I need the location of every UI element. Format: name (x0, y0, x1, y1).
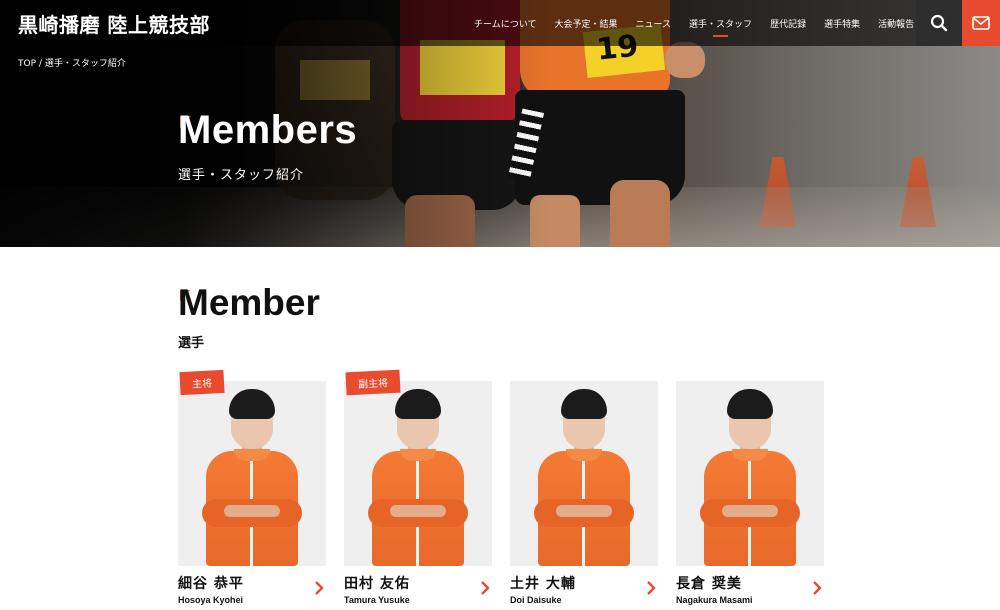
role-badge: 副主将 (345, 369, 401, 396)
member-name-jp: 田村 友佑 (344, 576, 410, 592)
member-card[interactable]: 土井 大輔 Doi Daisuke (510, 381, 658, 610)
nav-item-members[interactable]: 選手・スタッフ (689, 17, 752, 37)
search-button[interactable] (916, 0, 962, 46)
breadcrumb-separator: / (38, 59, 42, 69)
site-logo[interactable]: 黒崎播磨 陸上競技部 (18, 9, 210, 38)
member-name-en: Nagakura Masami (676, 595, 753, 605)
hands (390, 505, 446, 517)
mail-icon (972, 16, 990, 30)
hair (229, 389, 275, 419)
breadcrumb-home[interactable]: TOP (18, 59, 36, 69)
member-photo (676, 381, 824, 566)
member-card[interactable]: 主将 細谷 恭平 Hosoya Kyohei (178, 369, 326, 610)
member-name-jp: 長倉 奨美 (676, 576, 742, 592)
member-name-en: Doi Daisuke (510, 595, 562, 605)
hands (556, 505, 612, 517)
member-name-jp: 土井 大輔 (510, 576, 576, 592)
nav-item-features[interactable]: 選手特集 (824, 17, 860, 30)
page-subtitle: 選手・スタッフ紹介 (178, 168, 305, 183)
chevron-right-icon (315, 581, 324, 595)
member-card[interactable]: 副主将 田村 友佑 Tamura Yusuke (344, 369, 492, 610)
chevron-right-icon (481, 581, 490, 595)
hands (224, 505, 280, 517)
search-icon (930, 14, 948, 32)
member-photo (510, 381, 658, 566)
nav-item-records[interactable]: 歴代記録 (770, 17, 806, 30)
main-nav: チームについて 大会予定・結果 ニュース 選手・スタッフ 歴代記録 選手特集 活… (474, 0, 914, 46)
member-name-en: Hosoya Kyohei (178, 595, 244, 605)
nav-item-reports[interactable]: 活動報告 (878, 17, 914, 30)
role-badge: 主将 (179, 369, 225, 396)
breadcrumb-current: 選手・スタッフ紹介 (44, 59, 126, 69)
hands (722, 505, 778, 517)
site-header: 黒崎播磨 陸上競技部 チームについて 大会予定・結果 ニュース 選手・スタッフ … (0, 0, 1000, 46)
section-title: Member (178, 282, 320, 323)
nav-item-news[interactable]: ニュース (635, 17, 671, 30)
page-title: Members (178, 108, 358, 152)
member-name-jp: 細谷 恭平 (178, 576, 244, 592)
chevron-right-icon (813, 581, 822, 595)
member-photo (178, 381, 326, 566)
member-photo (344, 381, 492, 566)
hair (727, 389, 773, 419)
breadcrumb: TOP / 選手・スタッフ紹介 (18, 56, 126, 69)
chevron-right-icon (647, 581, 656, 595)
hair (561, 389, 607, 419)
member-card[interactable]: 長倉 奨美 Nagakura Masami (676, 381, 824, 610)
hair (395, 389, 441, 419)
nav-item-schedule[interactable]: 大会予定・結果 (554, 17, 617, 30)
contact-button[interactable] (962, 0, 1000, 46)
member-name-en: Tamura Yusuke (344, 595, 410, 605)
section-subtitle: 選手 (178, 336, 205, 351)
nav-item-team[interactable]: チームについて (474, 17, 536, 30)
